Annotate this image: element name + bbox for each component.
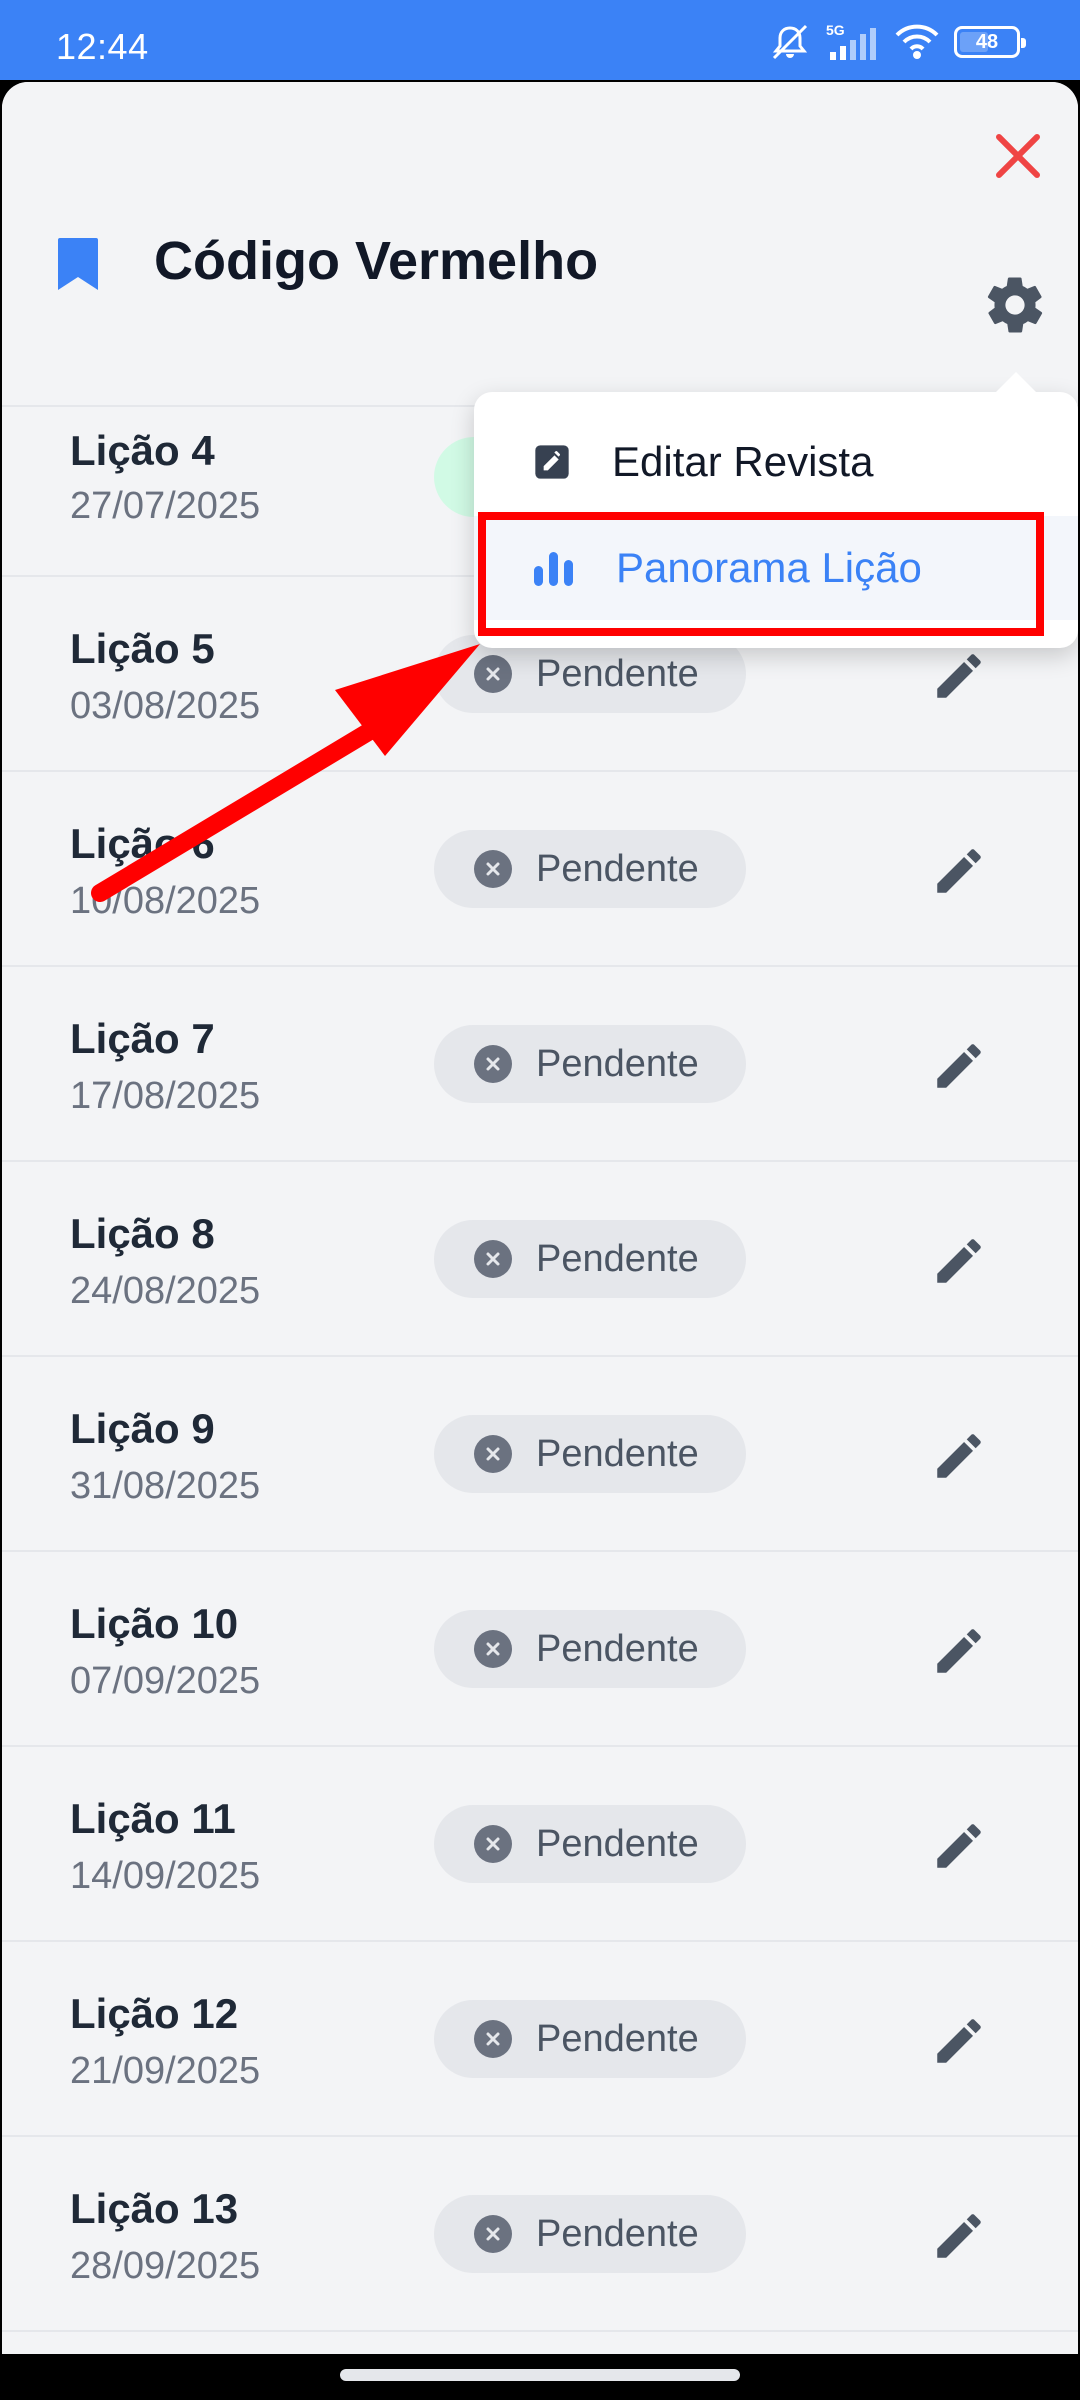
edit-lesson-button[interactable]: [930, 1232, 988, 1290]
page-title: Código Vermelho: [154, 231, 599, 291]
lesson-row[interactable]: Lição 11 14/09/2025 Pendente: [2, 1747, 1078, 1942]
pencil-icon: [937, 654, 981, 698]
status-label: Pendente: [536, 1822, 699, 1865]
lesson-row[interactable]: Lição 7 17/08/2025 Pendente: [2, 967, 1078, 1162]
edit-icon: [535, 445, 569, 479]
lesson-date: 07/09/2025: [70, 1660, 261, 1702]
lesson-row[interactable]: Lição 10 07/09/2025 Pendente: [2, 1552, 1078, 1747]
status-label: Pendente: [536, 652, 699, 695]
edit-lesson-button[interactable]: [930, 1817, 988, 1875]
gear-icon: [987, 277, 1043, 333]
close-icon: [996, 134, 1040, 178]
lesson-list: Lição 4 27/07/2025 Lição 5 03/08/2025 Pe…: [2, 407, 1078, 2332]
mute-icon: [768, 22, 812, 62]
edit-lesson-button[interactable]: [930, 2012, 988, 2070]
pencil-icon: [937, 2214, 981, 2258]
status-label: Pendente: [536, 1237, 699, 1280]
status-label: Pendente: [536, 1627, 699, 1670]
edit-lesson-button[interactable]: [930, 1037, 988, 1095]
lesson-date: 28/09/2025: [70, 2245, 261, 2287]
status-icons: 5G 48: [768, 22, 1026, 62]
edit-lesson-button[interactable]: [930, 1622, 988, 1680]
edit-lesson-button[interactable]: [930, 647, 988, 705]
lesson-date: 10/08/2025: [70, 880, 261, 922]
lesson-date: 14/09/2025: [70, 1855, 261, 1897]
close-button[interactable]: [988, 126, 1048, 186]
status-label: Pendente: [536, 2212, 699, 2255]
status-label: Pendente: [536, 1432, 699, 1475]
x-circle-icon: [474, 1825, 512, 1863]
wifi-icon: [894, 23, 940, 61]
pencil-icon: [937, 849, 981, 893]
x-circle-icon: [474, 1435, 512, 1473]
edit-lesson-button[interactable]: [930, 1427, 988, 1485]
sheet-header: Código Vermelho: [2, 82, 1078, 407]
lesson-name: Lição 5: [70, 625, 215, 672]
lesson-date: 17/08/2025: [70, 1075, 261, 1117]
pencil-icon: [937, 1629, 981, 1673]
lesson-date: 03/08/2025: [70, 685, 261, 727]
status-label: Pendente: [536, 1042, 699, 1085]
edit-lesson-button[interactable]: [930, 842, 988, 900]
pencil-icon: [937, 2019, 981, 2063]
lesson-date: 27/07/2025: [70, 485, 261, 527]
x-circle-icon: [474, 2020, 512, 2058]
menu-item-edit-magazine[interactable]: Editar Revista: [474, 410, 1078, 514]
pencil-icon: [937, 1239, 981, 1283]
x-circle-icon: [474, 1045, 512, 1083]
lesson-date: 24/08/2025: [70, 1270, 261, 1312]
pencil-icon: [937, 1434, 981, 1478]
settings-button[interactable]: [978, 268, 1052, 342]
bookmark-icon: [58, 238, 98, 290]
status-badge: Pendente: [434, 2195, 746, 2273]
svg-text:5G: 5G: [826, 22, 845, 38]
status-badge: Pendente: [434, 2000, 746, 2078]
status-badge: Pendente: [434, 1025, 746, 1103]
highlight-annotation: [478, 512, 1044, 636]
x-circle-icon: [474, 2215, 512, 2253]
signal-icon: 5G: [826, 22, 880, 62]
lesson-date: 31/08/2025: [70, 1465, 261, 1507]
status-label: Pendente: [536, 847, 699, 890]
status-badge: Pendente: [434, 830, 746, 908]
edit-lesson-button[interactable]: [930, 2207, 988, 2265]
lesson-date: 21/09/2025: [70, 2050, 261, 2092]
lesson-name: Lição 10: [70, 1600, 239, 1647]
status-badge: Pendente: [434, 1610, 746, 1688]
lesson-row[interactable]: Lição 13 28/09/2025 Pendente: [2, 2137, 1078, 2332]
menu-item-label: Editar Revista: [612, 438, 874, 485]
status-label: Pendente: [536, 2017, 699, 2060]
status-time: 12:44: [56, 26, 149, 67]
lesson-name: Lição 7: [70, 1015, 215, 1062]
status-badge: Pendente: [434, 1415, 746, 1493]
lesson-name: Lição 13: [70, 2185, 239, 2232]
lesson-row[interactable]: Lição 9 31/08/2025 Pendente: [2, 1357, 1078, 1552]
lesson-name: Lição 11: [70, 1795, 236, 1842]
status-badge: Pendente: [434, 1805, 746, 1883]
lesson-name: Lição 8: [70, 1210, 215, 1257]
lesson-row[interactable]: Lição 8 24/08/2025 Pendente: [2, 1162, 1078, 1357]
status-bar: 12:44 5G 48: [0, 0, 1080, 80]
pencil-icon: [937, 1824, 981, 1868]
status-badge: Pendente: [434, 1220, 746, 1298]
lesson-row[interactable]: Lição 6 10/08/2025 Pendente: [2, 772, 1078, 967]
lesson-name: Lição 4: [70, 427, 215, 474]
pencil-icon: [937, 1044, 981, 1088]
lesson-name: Lição 12: [70, 1990, 239, 2037]
lesson-name: Lição 9: [70, 1405, 215, 1452]
lesson-name: Lição 6: [70, 820, 215, 867]
battery-icon: 48: [954, 26, 1026, 58]
x-circle-icon: [474, 655, 512, 693]
x-circle-icon: [474, 850, 512, 888]
x-circle-icon: [474, 1240, 512, 1278]
home-indicator[interactable]: [340, 2369, 740, 2381]
x-circle-icon: [474, 1630, 512, 1668]
lesson-row[interactable]: Lição 12 21/09/2025 Pendente: [2, 1942, 1078, 2137]
